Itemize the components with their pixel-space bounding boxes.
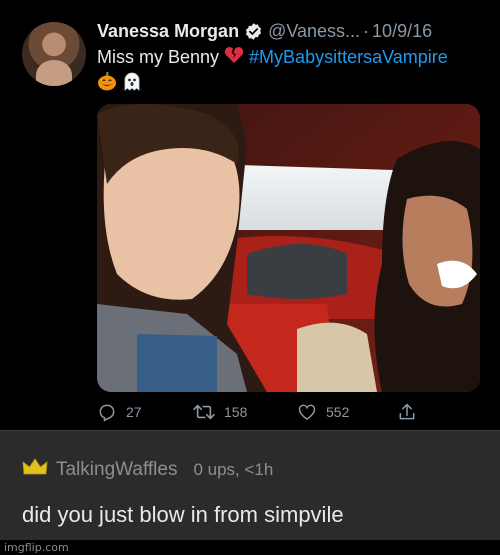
heart-icon bbox=[298, 404, 316, 420]
tweet: Vanessa Morgan @Vaness... · 10/9/16 Miss… bbox=[0, 0, 500, 430]
share-icon bbox=[399, 403, 415, 420]
imgflip-watermark: imgflip.com bbox=[4, 541, 69, 554]
separator-dot: · bbox=[363, 20, 370, 41]
handle[interactable]: @Vaness... bbox=[268, 21, 360, 42]
verified-badge-icon bbox=[244, 22, 263, 41]
reply-icon bbox=[99, 404, 115, 422]
tweet-header: Vanessa Morgan @Vaness... · 10/9/16 bbox=[97, 18, 492, 44]
comment-header: TalkingWaffles 0 ups, <1h bbox=[22, 458, 273, 481]
comment-username[interactable]: TalkingWaffles bbox=[56, 459, 177, 481]
comment-meta: 0 ups, <1h bbox=[193, 459, 274, 479]
tweet-emoji-line bbox=[97, 70, 492, 96]
tweet-actions: 27 158 552 bbox=[97, 400, 427, 424]
crown-icon bbox=[22, 458, 48, 481]
like-button[interactable]: 552 bbox=[297, 400, 349, 424]
retweet-icon bbox=[193, 404, 215, 420]
display-name[interactable]: Vanessa Morgan bbox=[97, 21, 239, 42]
hashtag-link[interactable]: #MyBabysittersaVampire bbox=[249, 47, 448, 67]
like-count: 552 bbox=[326, 404, 350, 420]
photo-image bbox=[97, 104, 480, 392]
jack-o-lantern-icon bbox=[97, 71, 117, 97]
broken-heart-icon bbox=[224, 46, 244, 70]
reply-button[interactable]: 27 bbox=[97, 400, 142, 424]
retweet-button[interactable]: 158 bbox=[193, 400, 247, 424]
share-button[interactable] bbox=[397, 400, 426, 424]
avatar[interactable] bbox=[22, 22, 86, 86]
reply-count: 27 bbox=[126, 404, 142, 420]
meme-comment: TalkingWaffles 0 ups, <1h did you just b… bbox=[0, 430, 500, 540]
tweet-text: Miss my Benny #MyBabysittersaVampire bbox=[97, 45, 492, 97]
ghost-icon bbox=[122, 71, 142, 97]
comment-text: did you just blow in from simpvile bbox=[22, 502, 344, 527]
tweet-text-body: Miss my Benny bbox=[97, 47, 225, 67]
retweet-count: 158 bbox=[224, 404, 248, 420]
tweet-photo[interactable] bbox=[97, 104, 480, 392]
tweet-date[interactable]: 10/9/16 bbox=[372, 21, 432, 42]
